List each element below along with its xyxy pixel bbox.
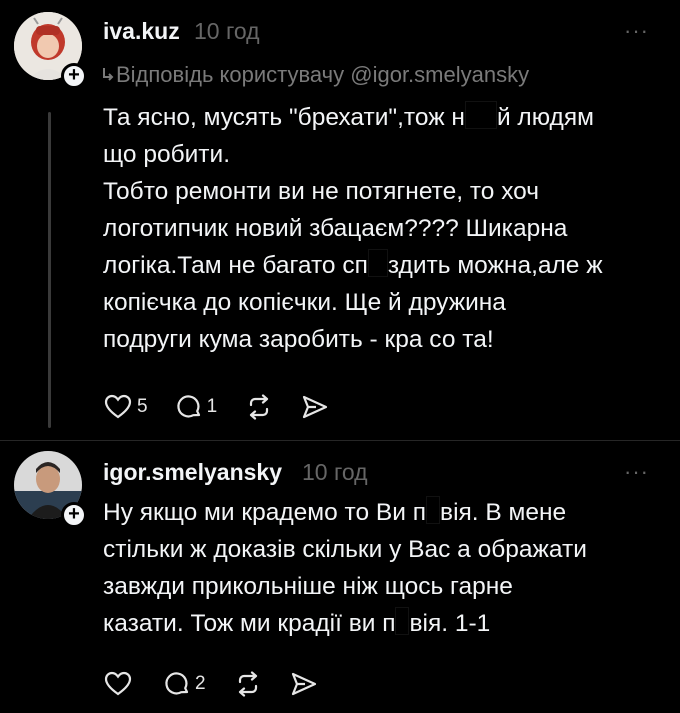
username[interactable]: igor.smelyansky: [103, 459, 282, 486]
like-count: 5: [137, 396, 148, 417]
redaction-box: [464, 101, 497, 129]
comment-icon: [165, 672, 189, 695]
timestamp: 10 год: [302, 459, 368, 485]
share-icon: [291, 672, 316, 696]
thread-line: [48, 112, 51, 428]
comment-count: 2: [195, 673, 206, 694]
redaction-box: [367, 249, 388, 277]
text-line: Та ясно, мусять "брехати",тож нй людям: [103, 99, 668, 136]
post-text: Ну якщо ми крадемо то Ви п вія. В мене ст…: [103, 494, 668, 642]
share-button[interactable]: [290, 671, 318, 697]
repost-button[interactable]: [234, 671, 262, 697]
action-bar: 5 1: [104, 394, 357, 420]
username[interactable]: iva.kuz: [103, 18, 180, 45]
redaction-box: [395, 607, 410, 635]
more-icon[interactable]: ···: [624, 459, 649, 485]
text-line: що робити.: [103, 141, 230, 168]
follow-plus-icon[interactable]: +: [61, 63, 87, 89]
text-line: логіка.Там не багато сп здить можна,але ж: [103, 247, 668, 284]
text-line: Тобто ремонти ви не потягнете, то хоч: [103, 178, 540, 205]
text-line: стільки ж доказів скільки у Вас а обража…: [103, 536, 587, 563]
text-line: Ну якщо ми крадемо то Ви п вія. В мене: [103, 494, 668, 531]
more-icon[interactable]: ···: [624, 18, 649, 44]
post-iva-kuz: + iva.kuz 10 год ··· Відповідь користува…: [0, 0, 680, 440]
post-igor-smelyansky: + igor.smelyansky 10 год ··· Ну якщо ми …: [0, 441, 680, 713]
like-button[interactable]: 5: [104, 394, 148, 420]
share-button[interactable]: [301, 394, 329, 420]
text-line: подруги кума заробить - кра со та!: [103, 326, 494, 353]
repost-button[interactable]: [245, 394, 273, 420]
heart-icon: [104, 671, 132, 696]
heart-icon: [104, 394, 132, 419]
repost-icon: [250, 394, 269, 420]
follow-plus-icon[interactable]: +: [61, 502, 87, 528]
share-icon: [303, 395, 328, 419]
text-line: казати. Тож ми крадії ви п вія. 1-1: [103, 605, 668, 642]
post-text: Та ясно, мусять "брехати",тож нй людям щ…: [103, 99, 668, 358]
timestamp: 10 год: [194, 18, 260, 44]
comment-icon: [176, 395, 200, 418]
like-button[interactable]: [104, 671, 132, 697]
text-line: завжди прикольніше ніж щось гарне: [103, 573, 513, 600]
reply-arrow-icon: [103, 68, 114, 81]
text-line: копієчка до копієчки. Ще й дружина: [103, 289, 506, 316]
action-bar: 2: [104, 671, 346, 697]
comment-button[interactable]: 1: [176, 394, 218, 420]
comment-button[interactable]: 2: [164, 671, 206, 697]
redaction-box: [426, 496, 441, 524]
repost-icon: [238, 671, 257, 697]
comment-count: 1: [206, 396, 218, 417]
reply-to-label: Відповідь користувачу @igor.smelyansky: [101, 62, 529, 88]
text-line: логотипчик новий збацаєм???? Шикарна: [103, 215, 568, 242]
